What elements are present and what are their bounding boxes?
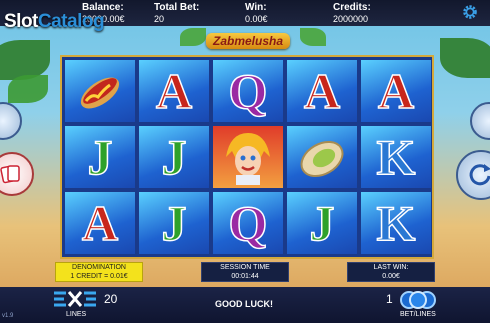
- lines-label: LINES: [66, 311, 87, 318]
- reel-cell: K: [361, 192, 431, 254]
- denomination-value: 1 CREDIT = 0.01€: [70, 273, 128, 280]
- leaf-decor: [440, 38, 490, 78]
- reel-cell: J: [65, 126, 135, 188]
- total-bet-value: 20: [154, 14, 165, 24]
- symbol-a: A: [303, 63, 341, 119]
- autoplay-button[interactable]: [470, 102, 490, 140]
- gear-icon[interactable]: [462, 4, 478, 20]
- spin-button[interactable]: [456, 150, 490, 200]
- bet-value: 1: [386, 292, 393, 306]
- reel-cell: Q: [213, 60, 283, 122]
- refresh-icon: [469, 164, 490, 186]
- watermark-logo: SlotCatalog: [4, 11, 105, 33]
- watermark-part-1: Slot: [4, 11, 38, 32]
- reel-cell: [65, 60, 135, 122]
- symbol-j: J: [87, 129, 114, 185]
- reel-cell: J: [139, 192, 209, 254]
- denomination-panel[interactable]: DENOMINATION 1 CREDIT = 0.01€: [55, 262, 143, 282]
- girl-icon: [226, 133, 270, 185]
- version-text: v1.9: [2, 313, 14, 319]
- credits-value: 2000000: [333, 14, 369, 24]
- pistachio-icon: [300, 140, 344, 178]
- symbol-j: J: [309, 195, 336, 251]
- symbol-a: A: [155, 63, 193, 119]
- game-title-logo: Zabmelusha: [206, 33, 290, 49]
- reel-cell: J: [139, 126, 209, 188]
- symbol-j: J: [161, 129, 188, 185]
- bet-lines-label: BET/LINES: [400, 311, 436, 318]
- win-value: 0.00€: [245, 14, 268, 24]
- session-time-value: 00:01:44: [231, 273, 259, 280]
- session-time-label: SESSION TIME: [220, 264, 270, 271]
- watermark-part-2: Catalog: [37, 11, 105, 32]
- symbol-k: K: [376, 195, 416, 251]
- leaf-decor: [0, 40, 50, 80]
- symbol-q: Q: [228, 195, 268, 251]
- credits-label: Credits:: [333, 2, 371, 13]
- reel-cell: Q: [213, 192, 283, 254]
- left-side-button[interactable]: [0, 102, 22, 140]
- gamble-cards-button[interactable]: [0, 152, 34, 196]
- leaf-decor: [8, 75, 48, 103]
- win-label: Win:: [245, 2, 267, 13]
- symbol-k: K: [376, 129, 416, 185]
- symbol-q: Q: [228, 63, 268, 119]
- last-win-panel: LAST WIN: 0.00€: [347, 262, 435, 282]
- session-time-panel: SESSION TIME 00:01:44: [201, 262, 289, 282]
- reel-cell: A: [139, 60, 209, 122]
- reel-cell: A: [65, 192, 135, 254]
- symbol-a: A: [81, 195, 119, 251]
- denomination-label: DENOMINATION: [72, 264, 126, 271]
- total-bet-label: Total Bet:: [154, 2, 200, 13]
- leaf-decor: [180, 28, 206, 46]
- last-win-label: LAST WIN:: [373, 264, 409, 271]
- symbol-a: A: [377, 63, 415, 119]
- reel-cell: J: [287, 192, 357, 254]
- reel-cell: K: [361, 126, 431, 188]
- bottom-control-bar: v1.9 20 LINES GOOD LUCK! 1 BET/LINES: [0, 287, 490, 323]
- reel-grid: JAAJJQQAJAKK: [60, 55, 434, 259]
- reel-cell: A: [361, 60, 431, 122]
- lines-logo-icon[interactable]: [52, 290, 98, 308]
- lines-value: 20: [104, 292, 118, 306]
- reel-cell: [287, 126, 357, 188]
- leaf-decor: [300, 28, 326, 46]
- reel-cell: A: [287, 60, 357, 122]
- status-message: GOOD LUCK!: [215, 299, 273, 309]
- coins-icon[interactable]: [400, 290, 436, 310]
- symbol-j: J: [161, 195, 188, 251]
- last-win-value: 0.00€: [382, 273, 400, 280]
- cards-icon: [0, 165, 20, 184]
- hotdog-icon: [80, 77, 120, 109]
- reel-cell: [213, 126, 283, 188]
